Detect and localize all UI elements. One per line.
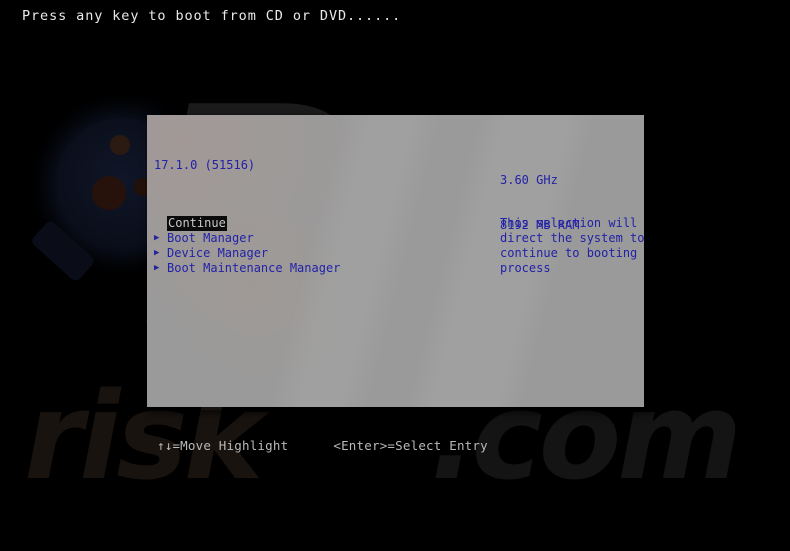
cpu-speed-label: 3.60 GHz bbox=[500, 173, 558, 187]
menu-item-continue[interactable]: Continue bbox=[154, 216, 340, 231]
bios-setup-screen: P risk .com Press any key to boot from C… bbox=[0, 0, 790, 551]
submenu-arrow-icon: ▶ bbox=[154, 263, 160, 273]
menu-item-boot-manager[interactable]: ▶ Boot Manager bbox=[154, 231, 340, 246]
help-text-line: continue to booting bbox=[500, 246, 638, 260]
firmware-version-label: 17.1.0 (51516) bbox=[154, 158, 256, 172]
magnifying-glass-handle-icon bbox=[29, 219, 97, 283]
watermark-dot-small bbox=[110, 135, 130, 155]
menu-item-label: Continue bbox=[167, 216, 227, 231]
help-text-line: direct the system to bbox=[500, 231, 644, 245]
help-text-pane: This selection will direct the system to… bbox=[500, 216, 644, 276]
boot-menu-list[interactable]: Continue ▶ Boot Manager ▶ Device Manager… bbox=[154, 216, 340, 276]
footer-key-hints: ↑↓=Move Highlight <Enter>=Select Entry bbox=[157, 438, 488, 453]
hint-move-highlight: ↑↓=Move Highlight bbox=[157, 438, 289, 453]
menu-item-label: Boot Maintenance Manager bbox=[167, 261, 341, 275]
help-text-line: This selection will bbox=[500, 216, 638, 230]
watermark-dot-large bbox=[92, 176, 126, 210]
menu-item-boot-maintenance-manager[interactable]: ▶ Boot Maintenance Manager bbox=[154, 261, 340, 276]
boot-prompt-text: Press any key to boot from CD or DVD....… bbox=[22, 8, 402, 24]
submenu-arrow-icon: ▶ bbox=[154, 233, 160, 243]
menu-item-device-manager[interactable]: ▶ Device Manager bbox=[154, 246, 340, 261]
menu-item-label: Boot Manager bbox=[167, 231, 254, 245]
bios-panel: 17.1.0 (51516) 3.60 GHz 8192 MB RAM Cont… bbox=[147, 115, 644, 407]
menu-item-label: Device Manager bbox=[167, 246, 269, 260]
help-text-line: process bbox=[500, 261, 551, 275]
submenu-arrow-icon: ▶ bbox=[154, 248, 160, 258]
hint-select-entry: <Enter>=Select Entry bbox=[333, 438, 488, 453]
